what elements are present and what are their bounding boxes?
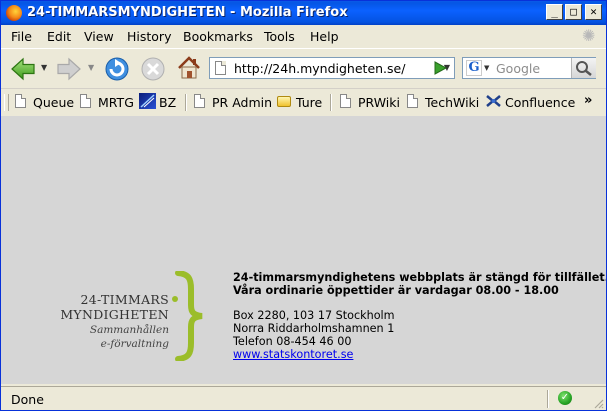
bookmarks-toolbar: Queue MRTG BZ PR Admin Ture PRWiki TechW… [1,88,606,117]
bookmark-label: PRWiki [358,95,400,110]
bookmark-label: Confluence [505,95,576,110]
bookmark-bz[interactable]: BZ [139,93,181,112]
menu-bookmarks[interactable]: Bookmarks [183,29,253,44]
bookmark-pr-admin[interactable]: PR Admin [192,94,274,112]
browser-window: 24-TIMMARSMYNDIGHETEN - Mozilla Firefox … [0,0,607,411]
forward-arrow-icon[interactable] [55,55,83,83]
bookmark-techwiki[interactable]: TechWiki [405,94,479,112]
minimize-button[interactable]: _ [546,4,563,20]
menu-tools[interactable]: Tools [264,29,295,44]
bookmark-separator [330,94,332,111]
back-arrow-icon[interactable] [9,55,37,83]
logo-brace [175,271,203,361]
firefox-logo-icon [6,5,22,21]
activity-throbber-icon: ✺ [582,26,596,45]
navigation-toolbar: ▼ ▼ http://24h.myndigheten.se/ ▼ G ▼ Goo… [1,48,606,89]
bookmark-label: Queue [33,95,75,110]
address-line-2: Norra Riddarholmshamnen 1 [233,322,395,335]
statskontoret-link[interactable]: www.statskontoret.se [233,348,606,361]
bookmark-label: BZ [159,95,177,110]
status-bar: Done ✓ [1,386,606,410]
page-icon [194,94,205,108]
menu-history[interactable]: History [127,29,171,44]
ture-icon [277,96,291,107]
search-button[interactable] [571,58,596,78]
bookmark-confluence[interactable]: Confluence [485,94,575,112]
bookmark-mrtg[interactable]: MRTG [78,94,136,112]
phone-number: Telefon 08-454 46 00 [233,335,352,348]
back-history-dropdown-icon[interactable]: ▼ [41,63,47,72]
bookmark-separator [185,94,187,111]
site-logo: 24-TIMMARS MYNDIGHETEN Sammanhållen e-fö… [60,271,231,361]
bugzilla-icon [139,93,156,109]
logo-line-1: 24-TIMMARS [80,292,169,307]
maximize-button[interactable]: □ [565,4,582,20]
logo-line-2: MYNDIGHETEN [60,307,169,322]
page-icon [215,61,226,75]
menu-bar: File Edit View History Bookmarks Tools H… [1,25,606,47]
home-icon[interactable] [175,54,203,82]
magnifier-icon [576,61,592,76]
resize-grip-icon[interactable] [592,397,604,409]
bookmark-label: MRTG [98,95,134,110]
bookmark-label: PR Admin [212,95,273,110]
bookmarks-overflow-chevron-icon[interactable]: » [584,93,592,108]
url-input[interactable]: http://24h.myndigheten.se/ [234,61,405,76]
stop-icon[interactable] [139,55,167,83]
bookmark-prwiki[interactable]: PRWiki [338,94,400,112]
reload-icon[interactable] [103,55,131,83]
menu-file[interactable]: File [11,29,32,44]
page-icon [340,94,351,108]
checkmark-icon[interactable]: ✓ [558,391,572,405]
closure-notice: 24-timmarsmyndighetens webbplats är stän… [233,271,607,361]
page-icon [407,94,418,108]
notice-line-1: 24-timmarsmyndighetens webbplats är stän… [233,271,607,284]
logo-line-4: e-förvaltning [100,338,169,350]
logo-line-3: Sammanhållen [89,324,169,336]
search-input[interactable]: Google [496,61,540,76]
bookmark-label: Ture [296,95,323,110]
confluence-icon [486,95,501,107]
bookmark-label: TechWiki [425,95,480,110]
notice-line-2: Våra ordinarie öppettider är vardagar 08… [233,284,559,297]
go-arrow-icon[interactable] [431,59,449,77]
menu-help[interactable]: Help [310,29,339,44]
bookmark-ture[interactable]: Ture [276,94,328,112]
close-button[interactable]: ✕ [585,4,602,20]
bookmark-queue[interactable]: Queue [13,94,75,112]
page-icon [80,94,91,108]
status-text: Done [11,392,44,407]
menu-edit[interactable]: Edit [47,29,71,44]
menu-view[interactable]: View [84,29,114,44]
page-icon [15,94,26,108]
toolbar-grip [4,94,9,111]
window-title: 24-TIMMARSMYNDIGHETEN - Mozilla Firefox [27,5,348,20]
status-separator [547,390,549,408]
address-line-1: Box 2280, 103 17 Stockholm [233,309,395,322]
forward-history-dropdown-icon[interactable]: ▼ [88,63,94,72]
page-content: 24-TIMMARS MYNDIGHETEN Sammanhållen e-fö… [1,116,606,384]
title-bar[interactable]: 24-TIMMARSMYNDIGHETEN - Mozilla Firefox … [1,1,606,25]
google-icon[interactable]: G [466,60,482,76]
search-engine-dropdown-icon[interactable]: ▼ [484,64,489,72]
url-bar[interactable]: http://24h.myndigheten.se/ ▼ [209,57,455,79]
